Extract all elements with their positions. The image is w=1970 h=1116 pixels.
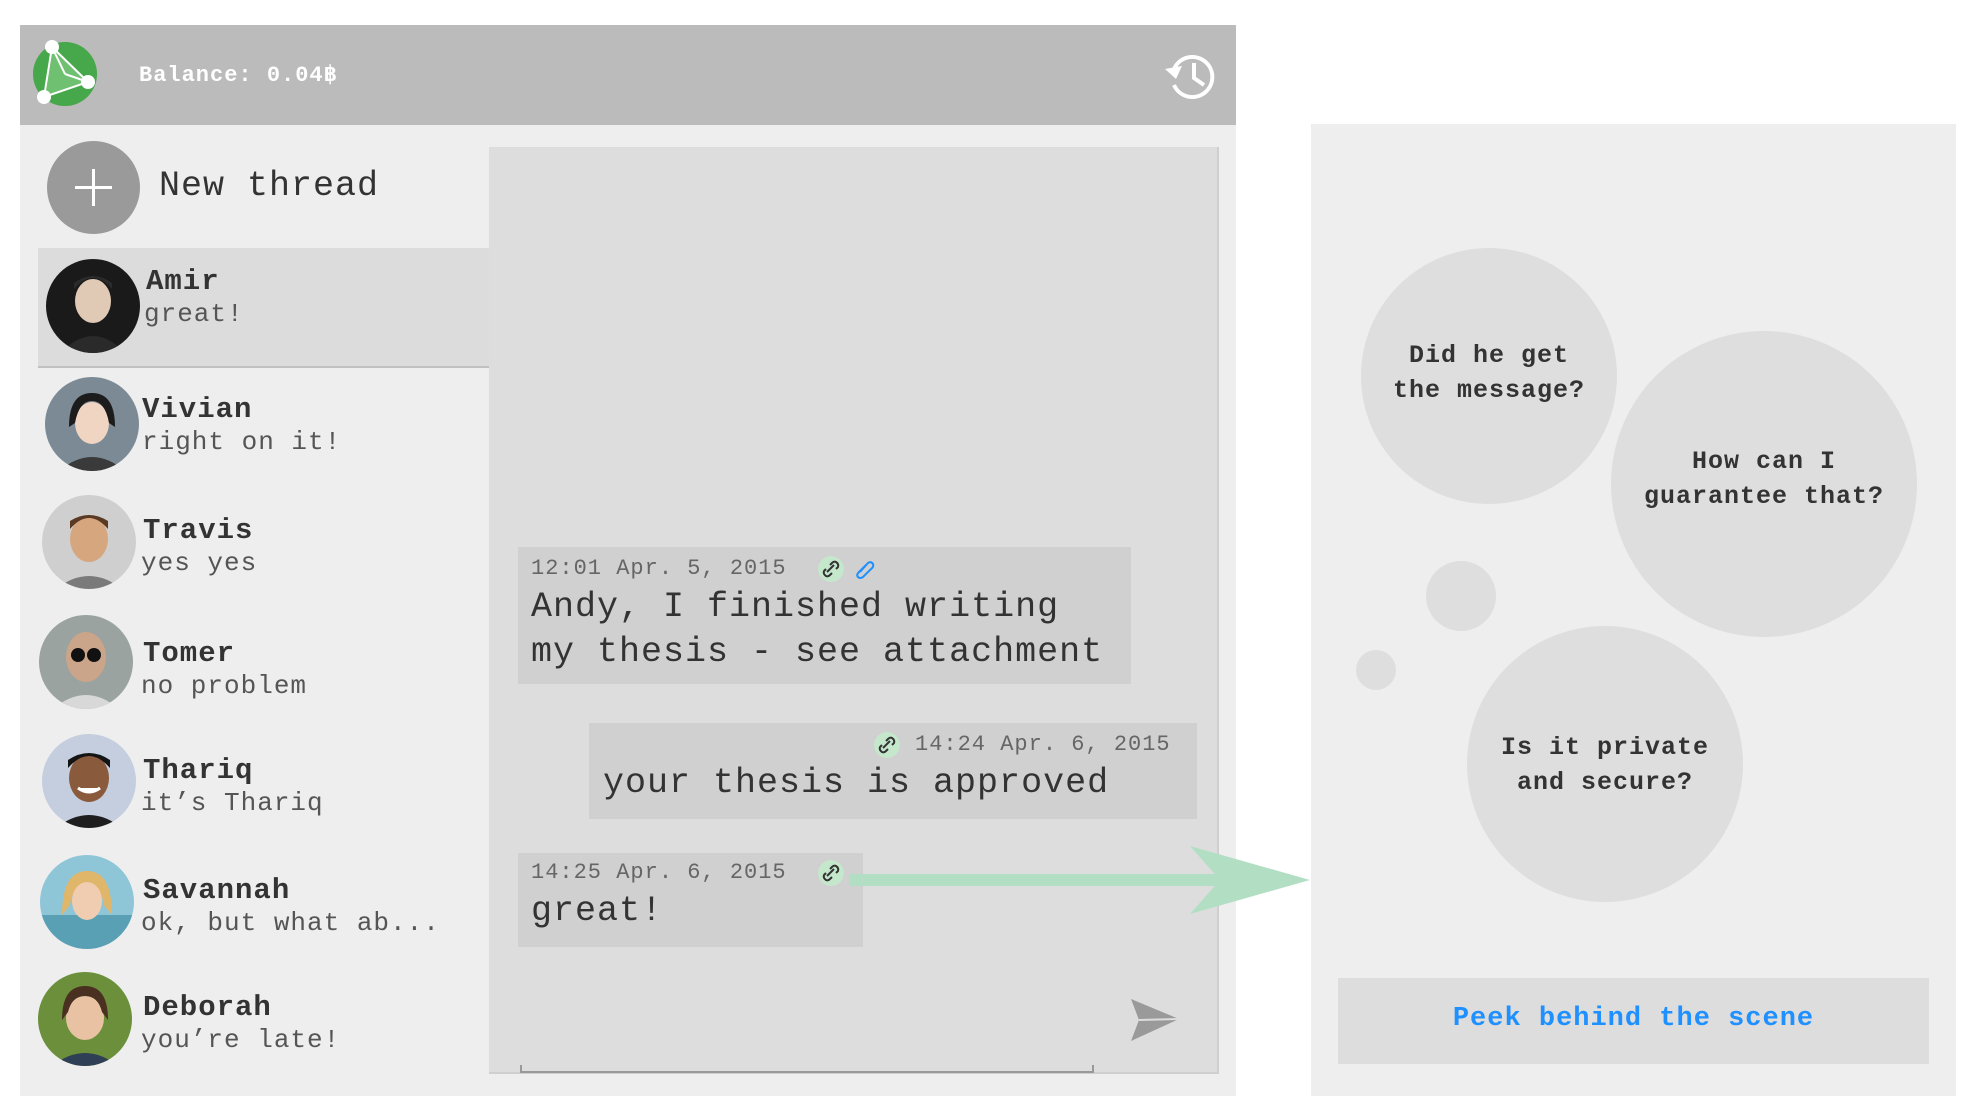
contact-name: Vivian [142, 393, 253, 426]
contact-item-travis[interactable]: Travis yes yes [38, 488, 490, 606]
contact-item-savannah[interactable]: Savannah ok, but what ab... [38, 842, 490, 960]
message-bubble: 12:01 Apr. 5, 2015 Andy, I finished writ… [518, 547, 1131, 684]
message-input-underline [520, 1065, 1094, 1073]
contact-name: Tomer [143, 637, 236, 670]
new-thread-label: New thread [159, 166, 380, 206]
history-icon[interactable] [1162, 47, 1220, 105]
contact-item-amir[interactable]: Amir great! [38, 248, 490, 368]
paperclip-icon[interactable] [852, 556, 878, 582]
bubble-text: Is it private [1500, 733, 1710, 762]
avatar [42, 495, 136, 589]
message-timestamp: 14:24 Apr. 6, 2015 [915, 732, 1171, 757]
bubble-text: How can I [1691, 447, 1837, 476]
contact-name: Savannah [143, 874, 291, 907]
message-bubble: 14:25 Apr. 6, 2015 great! [518, 853, 863, 947]
contact-name: Thariq [143, 754, 254, 787]
contact-last-message: great! [144, 299, 244, 329]
bubble-text: and secure? [1516, 768, 1694, 797]
contact-name: Deborah [143, 991, 272, 1024]
send-icon[interactable] [1129, 995, 1181, 1045]
link-icon[interactable] [874, 732, 900, 758]
chat-panel: 12:01 Apr. 5, 2015 Andy, I finished writ… [489, 147, 1219, 1074]
contact-last-message: right on it! [142, 427, 342, 457]
contact-last-message: you’re late! [141, 1025, 341, 1055]
avatar [40, 855, 134, 949]
network-logo-icon [33, 40, 97, 106]
contact-last-message: it’s Thariq [141, 788, 324, 818]
contact-last-message: no problem [141, 671, 308, 701]
peek-behind-scene-button[interactable]: Peek behind the scene [1338, 978, 1929, 1064]
message-bubble: 14:24 Apr. 6, 2015 your thesis is approv… [589, 723, 1197, 819]
avatar [38, 972, 132, 1066]
arrow-icon [850, 846, 1310, 914]
message-timestamp: 14:25 Apr. 6, 2015 [531, 860, 787, 885]
app-header: Balance: 0.04฿ [20, 25, 1236, 125]
balance-label: Balance: 0.04฿ [139, 63, 338, 88]
message-text: great! [531, 891, 664, 931]
message-text: my thesis - see attachment [531, 632, 1104, 672]
contact-item-tomer[interactable]: Tomer no problem [38, 606, 490, 724]
contact-item-vivian[interactable]: Vivian right on it! [38, 370, 490, 488]
thought-dot [1426, 561, 1496, 631]
message-input[interactable] [520, 1027, 1098, 1065]
bubble-text: guarantee that? [1643, 482, 1885, 511]
avatar [39, 615, 133, 709]
avatar [42, 734, 136, 828]
thought-dot [1356, 650, 1396, 690]
messenger-app-window: Balance: 0.04฿ New thread Amir great! Vi… [20, 25, 1236, 1096]
contact-name: Travis [143, 514, 254, 547]
bubble-text: the message? [1392, 376, 1586, 405]
contact-item-deborah[interactable]: Deborah you’re late! [38, 960, 490, 1078]
link-icon[interactable] [818, 556, 844, 582]
message-text: Andy, I finished writing [531, 587, 1060, 627]
plus-icon[interactable] [47, 141, 140, 234]
message-text: your thesis is approved [603, 763, 1110, 803]
contact-last-message: yes yes [141, 548, 258, 578]
message-timestamp: 12:01 Apr. 5, 2015 [531, 556, 787, 581]
contact-last-message: ok, but what ab... [141, 908, 440, 938]
contact-name: Amir [146, 265, 220, 298]
link-icon[interactable] [818, 860, 844, 886]
avatar [46, 259, 140, 353]
avatar [45, 377, 139, 471]
questions-panel: Did he get the message? How can I guaran… [1311, 124, 1956, 1096]
peek-button-label: Peek behind the scene [1452, 1004, 1815, 1034]
bubble-text: Did he get [1408, 341, 1570, 370]
contact-item-thariq[interactable]: Thariq it’s Thariq [38, 724, 490, 842]
